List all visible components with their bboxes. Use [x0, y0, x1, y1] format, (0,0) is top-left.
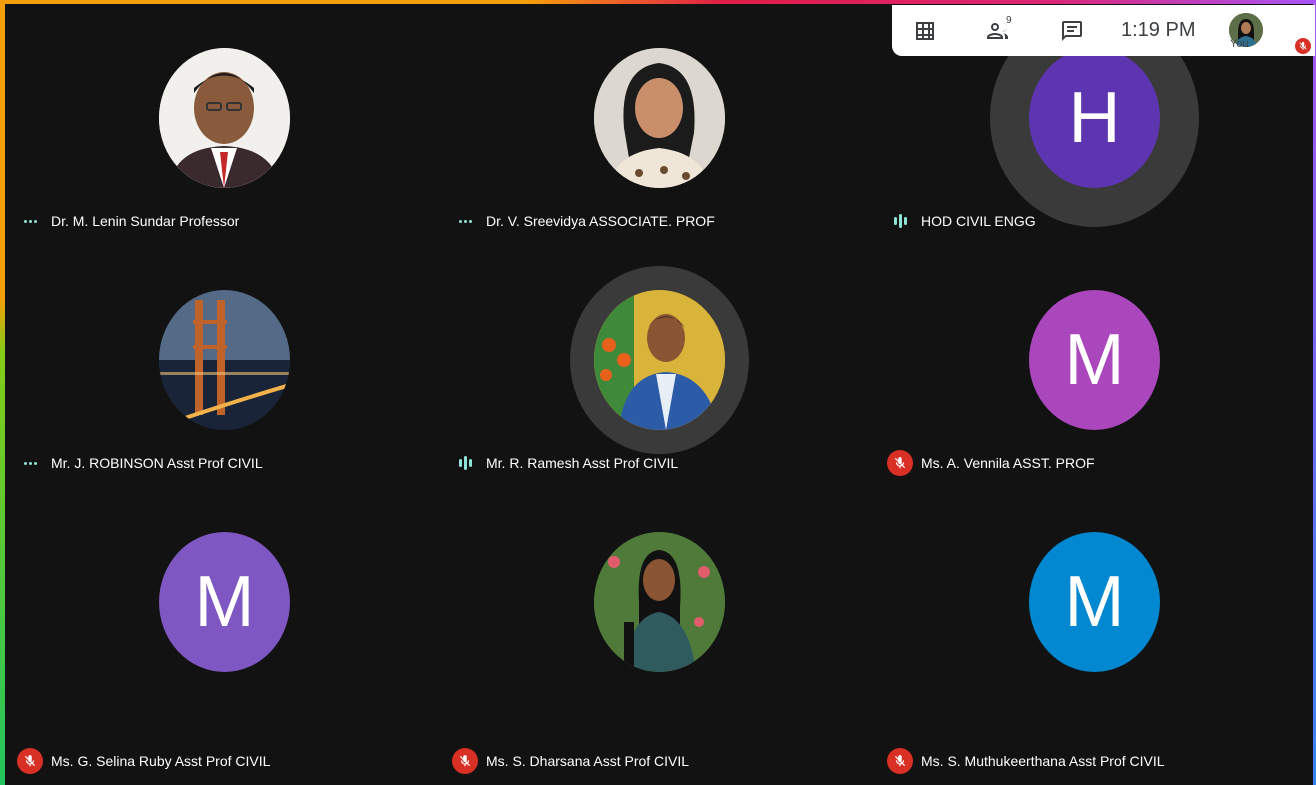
participant-name-row: Ms. G. Selina Ruby Asst Prof CIVIL	[17, 748, 270, 774]
participant-name: Ms. G. Selina Ruby Asst Prof CIVIL	[51, 753, 271, 769]
more-dots-icon	[17, 208, 43, 234]
participants-button[interactable]: 9	[974, 5, 1022, 56]
participant-name: Dr. V. Sreevidya ASSOCIATE. PROF	[486, 213, 715, 229]
participant-name: Mr. R. Ramesh Asst Prof CIVIL	[486, 455, 679, 471]
participant-name-row: Ms. A. Vennila ASST. PROF	[887, 450, 1095, 476]
mic-off-icon	[17, 748, 43, 774]
participant-tile[interactable]: M Ms. A. Vennila ASST. PROF	[875, 246, 1310, 488]
participant-avatar-photo	[159, 48, 290, 188]
more-dots-icon	[452, 208, 478, 234]
participant-name-row: Mr. R. Ramesh Asst Prof CIVIL	[452, 450, 678, 476]
participant-avatar-initial: H	[1029, 48, 1160, 188]
participant-count-badge: 9	[1006, 15, 1012, 26]
mic-off-icon	[1295, 38, 1311, 54]
participant-tile[interactable]: Dr. M. Lenin Sundar Professor	[5, 4, 440, 246]
participant-name: Ms. A. Vennila ASST. PROF	[921, 455, 1095, 471]
chat-icon	[1062, 20, 1082, 41]
more-dots-icon	[17, 450, 43, 476]
mic-off-icon	[887, 450, 913, 476]
participant-avatar-initial: M	[1029, 532, 1160, 672]
participant-avatar-photo	[594, 532, 725, 672]
meeting-toolbar: 9 1:19 PM You	[892, 5, 1315, 56]
self-label: You	[1230, 38, 1249, 50]
grid-icon	[916, 21, 934, 40]
participant-tile[interactable]: M Ms. G. Selina Ruby Asst Prof CIVIL	[5, 488, 440, 774]
audio-level-icon	[887, 208, 913, 234]
participant-tile[interactable]: Ms. S. Dharsana Asst Prof CIVIL	[440, 488, 875, 774]
mic-off-icon	[452, 748, 478, 774]
participant-tile[interactable]: Dr. V. Sreevidya ASSOCIATE. PROF	[440, 4, 875, 246]
participant-name-row: Dr. M. Lenin Sundar Professor	[17, 208, 239, 234]
audio-level-icon	[452, 450, 478, 476]
meeting-clock: 1:19 PM	[1121, 19, 1196, 41]
participant-tile[interactable]: Mr. J. ROBINSON Asst Prof CIVIL	[5, 246, 440, 488]
participant-tile[interactable]: M Ms. S. Muthukeerthana Asst Prof CIVIL	[875, 488, 1310, 774]
participant-name-row: HOD CIVIL ENGG	[887, 208, 1036, 234]
participant-name: Ms. S. Dharsana Asst Prof CIVIL	[486, 753, 690, 769]
layout-grid-button[interactable]	[901, 5, 949, 56]
chat-button[interactable]	[1048, 5, 1096, 56]
meeting-stage: Dr. M. Lenin Sundar Professor Dr. V. Sre…	[5, 4, 1313, 785]
participant-name: Mr. J. ROBINSON Asst Prof CIVIL	[51, 455, 263, 471]
participant-name: HOD CIVIL ENGG	[921, 213, 1036, 229]
mic-off-icon	[887, 748, 913, 774]
participant-name-row: Mr. J. ROBINSON Asst Prof CIVIL	[17, 450, 263, 476]
participant-name-row: Ms. S. Muthukeerthana Asst Prof CIVIL	[887, 748, 1165, 774]
participant-avatar-initial: M	[159, 532, 290, 672]
participant-avatar-photo	[594, 48, 725, 188]
participant-name-row: Dr. V. Sreevidya ASSOCIATE. PROF	[452, 208, 715, 234]
participant-name: Dr. M. Lenin Sundar Professor	[51, 213, 240, 229]
participant-name-row: Ms. S. Dharsana Asst Prof CIVIL	[452, 748, 689, 774]
participant-avatar-initial: M	[1029, 290, 1160, 430]
participant-avatar-photo	[159, 290, 290, 430]
participant-avatar-photo	[594, 290, 725, 430]
participant-name: Ms. S. Muthukeerthana Asst Prof CIVIL	[921, 753, 1165, 769]
participant-tile[interactable]: Mr. R. Ramesh Asst Prof CIVIL	[440, 246, 875, 488]
